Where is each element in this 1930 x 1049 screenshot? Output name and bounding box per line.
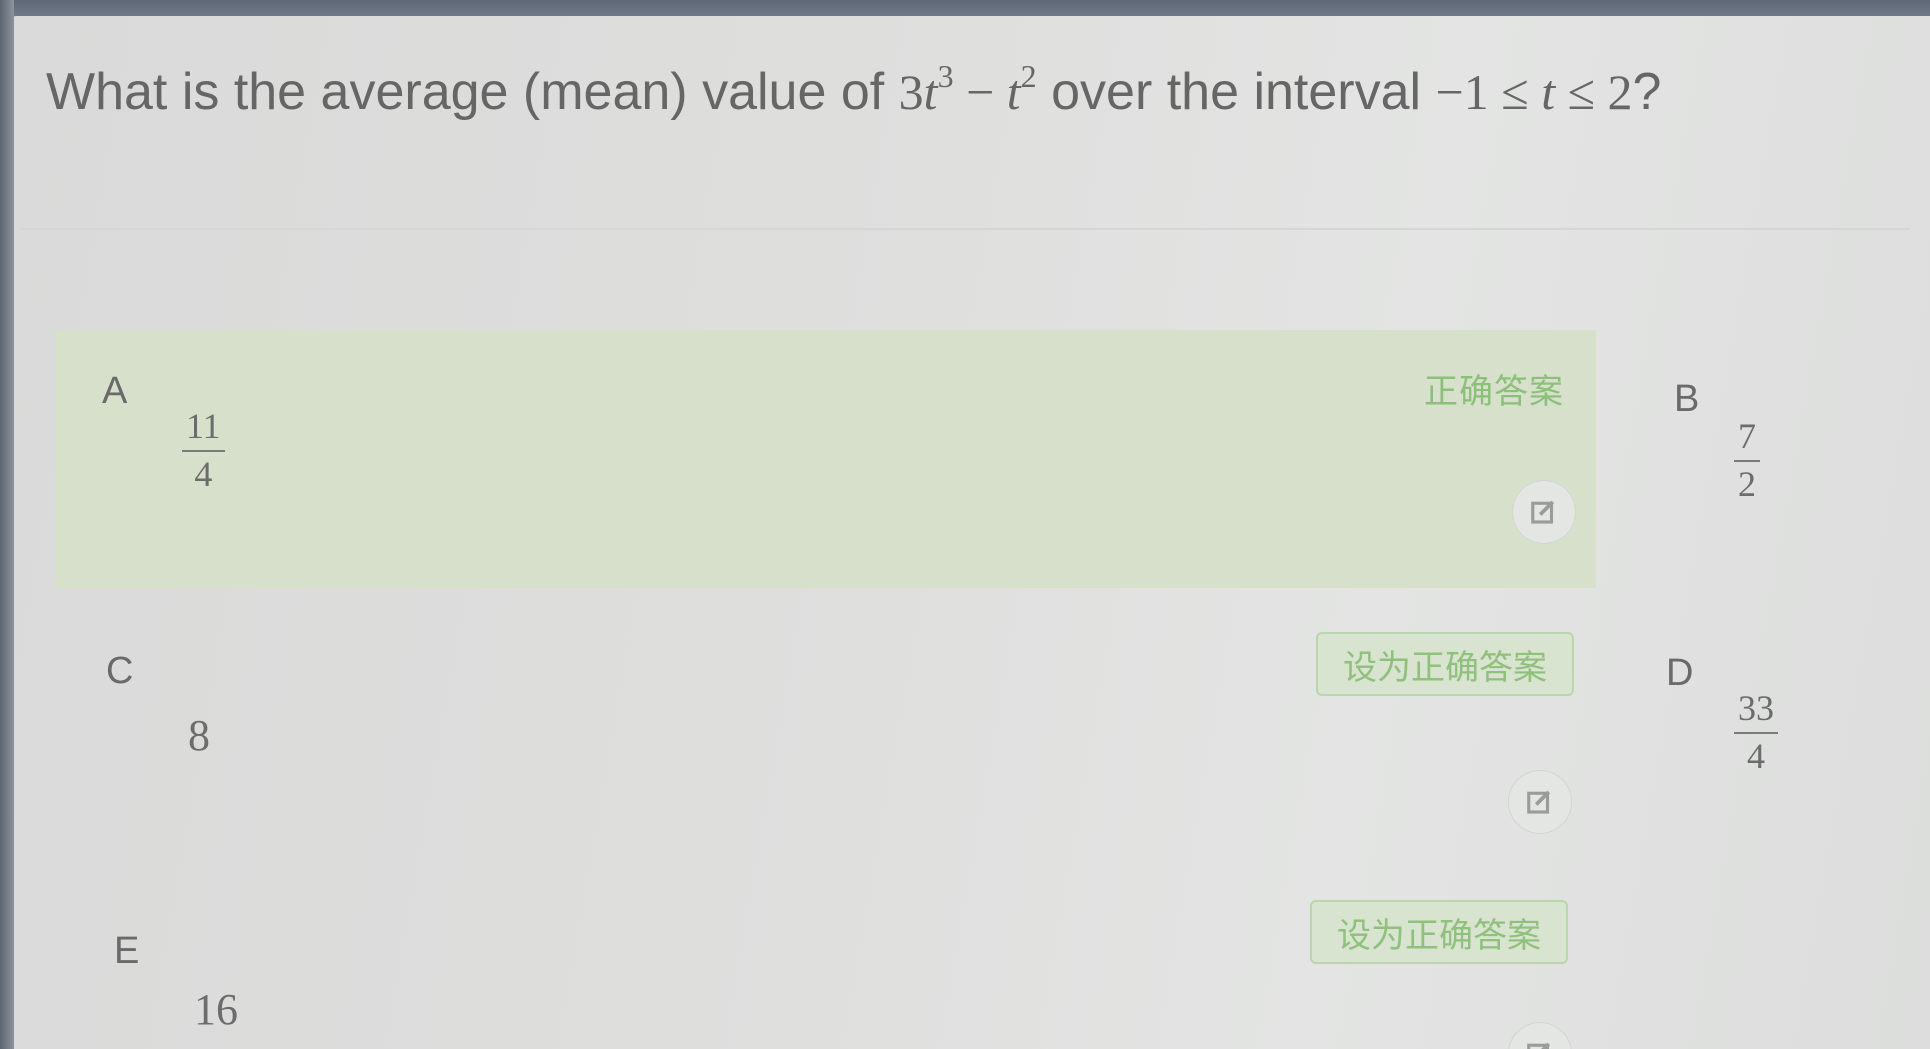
window-left-edge bbox=[0, 0, 14, 1049]
option-b[interactable]: B 72 bbox=[1610, 330, 1910, 588]
divider bbox=[20, 228, 1910, 230]
option-value: 16 bbox=[194, 985, 238, 1034]
question-suffix: ? bbox=[1632, 63, 1662, 121]
edit-icon bbox=[1527, 790, 1551, 814]
option-value: 11 4 bbox=[182, 407, 225, 494]
option-letter: A bbox=[102, 370, 128, 412]
option-e[interactable]: E 16 设为正确答案 bbox=[56, 880, 1596, 1049]
option-value: 72 bbox=[1734, 417, 1760, 504]
option-letter: B bbox=[1674, 378, 1700, 420]
option-d[interactable]: D 33 4 bbox=[1610, 608, 1910, 868]
question-middle: over the interval bbox=[1036, 63, 1436, 121]
question-interval: −1 ≤ t ≤ 2 bbox=[1435, 64, 1633, 120]
option-a[interactable]: A 11 4 正确答案 bbox=[56, 330, 1596, 588]
edit-icon bbox=[1527, 1042, 1551, 1049]
option-letter: C bbox=[106, 650, 134, 692]
correct-answer-label: 正确答案 bbox=[1424, 373, 1564, 411]
edit-icon bbox=[1531, 500, 1555, 524]
set-correct-button[interactable]: 设为正确答案 bbox=[1310, 900, 1568, 964]
question-text: What is the average (mean) value of 3t3 … bbox=[46, 58, 1661, 122]
edit-button[interactable] bbox=[1512, 480, 1576, 544]
set-correct-button[interactable]: 设为正确答案 bbox=[1316, 632, 1574, 696]
edit-button[interactable] bbox=[1508, 1022, 1572, 1049]
question-expression: 3t3 − t2 bbox=[898, 58, 1037, 120]
option-c[interactable]: C 8 设为正确答案 bbox=[56, 608, 1596, 868]
option-letter: D bbox=[1666, 652, 1694, 694]
option-letter: E bbox=[114, 930, 140, 972]
question-prefix: What is the average (mean) value of bbox=[46, 63, 899, 121]
edit-button[interactable] bbox=[1508, 770, 1572, 834]
option-value: 8 bbox=[188, 711, 210, 760]
option-value: 33 4 bbox=[1734, 689, 1778, 776]
